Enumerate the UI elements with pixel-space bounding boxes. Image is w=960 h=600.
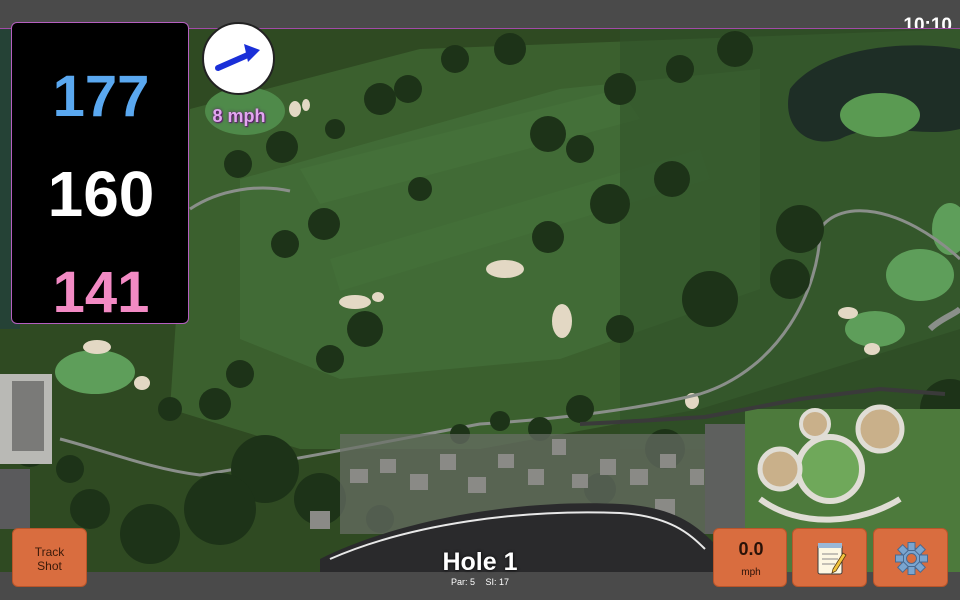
track-shot-label-line2: Shot — [37, 559, 62, 573]
hole-stroke-index: SI: 17 — [485, 577, 510, 587]
track-shot-label-line1: Track — [34, 545, 65, 559]
wind-indicator — [202, 22, 275, 95]
wind-speed: 8 mph — [212, 106, 266, 126]
golf-gps-app: 10:10 177 160 141 8 mph Track Shot Hole … — [0, 0, 960, 600]
hole-details: Par: 5 SI: 17 — [380, 577, 580, 587]
distance-back: 177 — [52, 64, 150, 129]
speed-value: 0.0 — [738, 539, 764, 559]
speed-unit: mph — [741, 567, 761, 578]
speed-button[interactable]: 0.0 mph — [713, 528, 787, 587]
distance-panel: 177 160 141 — [11, 22, 189, 325]
settings-button[interactable] — [873, 528, 948, 587]
notepad-icon — [817, 543, 847, 575]
arrow-up-right-icon — [215, 44, 260, 71]
gear-icon — [895, 542, 928, 575]
hole-title: Hole 1 — [442, 548, 518, 576]
distance-middle: 160 — [47, 158, 155, 230]
hole-par: Par: 5 — [450, 577, 475, 587]
track-shot-button[interactable]: Track Shot — [12, 528, 87, 587]
distance-front: 141 — [52, 260, 150, 325]
notes-button[interactable] — [792, 528, 867, 587]
